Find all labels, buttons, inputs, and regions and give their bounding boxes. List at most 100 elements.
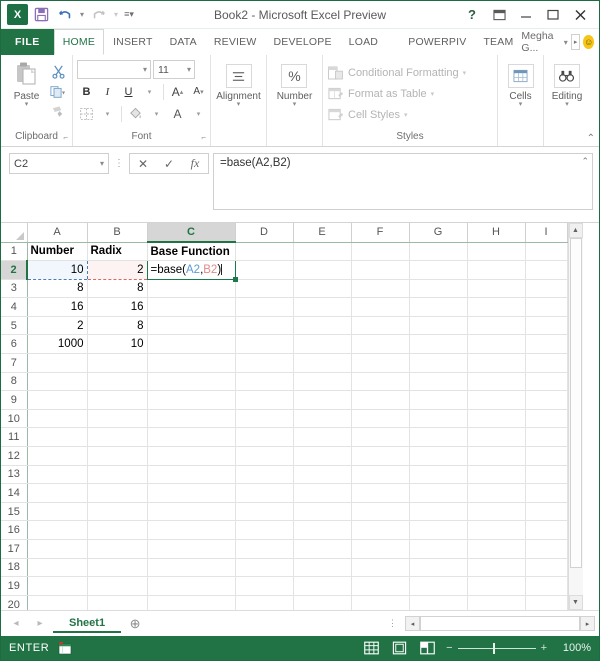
- cell-c19[interactable]: [147, 576, 236, 596]
- font-color-icon[interactable]: A: [168, 104, 187, 123]
- cell-g19[interactable]: [409, 576, 468, 596]
- cell-i15[interactable]: [525, 502, 568, 522]
- tab-team[interactable]: TEAM: [474, 30, 521, 55]
- cell-b3[interactable]: 8: [87, 279, 148, 299]
- cell-c3[interactable]: [147, 279, 236, 299]
- cell-e2[interactable]: [293, 260, 352, 280]
- cell-i9[interactable]: [525, 390, 568, 410]
- chevron-down-icon[interactable]: ▾: [564, 38, 568, 47]
- conditional-formatting-button[interactable]: Conditional Formatting ▾: [327, 62, 466, 83]
- add-sheet-icon[interactable]: ⊕: [123, 614, 147, 634]
- cell-h3[interactable]: [467, 279, 526, 299]
- cell-i18[interactable]: [525, 558, 568, 578]
- fill-color-icon[interactable]: [126, 104, 145, 123]
- cell-h19[interactable]: [467, 576, 526, 596]
- paste-dropdown-caret[interactable]: ▾: [25, 101, 29, 108]
- scroll-down-icon[interactable]: ▼: [568, 595, 583, 610]
- cell-c13[interactable]: [147, 465, 236, 485]
- row-header-16[interactable]: 16: [1, 520, 28, 540]
- cell-f11[interactable]: [351, 427, 410, 448]
- undo-dropdown-icon[interactable]: ▾: [78, 4, 86, 26]
- cell-g16[interactable]: [409, 520, 468, 540]
- collapse-ribbon-icon[interactable]: ⌃: [587, 133, 595, 144]
- cell-i4[interactable]: [525, 297, 568, 317]
- cell-b4[interactable]: 16: [87, 297, 148, 317]
- editing-caret-icon[interactable]: ▾: [565, 101, 569, 108]
- hscroll-left-icon[interactable]: ◂: [405, 616, 420, 631]
- customize-qat-icon[interactable]: ≡▾: [122, 4, 136, 26]
- cell-a13[interactable]: [27, 465, 88, 485]
- horizontal-scrollbar[interactable]: ◂ ▸: [405, 616, 595, 631]
- cell-c7[interactable]: [147, 353, 236, 373]
- underline-button[interactable]: U: [119, 82, 138, 101]
- cell-e6[interactable]: [293, 334, 352, 355]
- cell-b11[interactable]: [87, 427, 148, 448]
- cell-h1[interactable]: [467, 242, 526, 262]
- cell-i6[interactable]: [525, 334, 568, 355]
- cell-d20[interactable]: [235, 595, 294, 610]
- cell-c12[interactable]: [147, 446, 236, 466]
- row-header-1[interactable]: 1: [1, 242, 28, 262]
- underline-caret-icon[interactable]: ▾: [140, 82, 159, 101]
- cell-d9[interactable]: [235, 390, 294, 410]
- name-box[interactable]: C2 ▾: [9, 153, 109, 174]
- cell-f6[interactable]: [351, 334, 410, 355]
- zoom-track[interactable]: [457, 642, 536, 654]
- cell-g6[interactable]: [409, 334, 468, 355]
- cell-d15[interactable]: [235, 502, 294, 522]
- page-break-view-icon[interactable]: [418, 640, 436, 656]
- decrease-font-size-button[interactable]: A ▾: [189, 82, 208, 101]
- cell-b1[interactable]: Radix: [87, 242, 148, 262]
- tab-insert[interactable]: INSERT: [104, 30, 161, 55]
- cell-d6[interactable]: [235, 334, 294, 355]
- cell-e8[interactable]: [293, 372, 352, 392]
- column-header-f[interactable]: F: [351, 223, 410, 243]
- cell-e20[interactable]: [293, 595, 352, 610]
- cell-g11[interactable]: [409, 427, 468, 448]
- cell-f2[interactable]: [351, 260, 410, 280]
- feedback-smiley-icon[interactable]: ☺: [583, 35, 594, 49]
- cell-g13[interactable]: [409, 465, 468, 485]
- column-header-a[interactable]: A: [27, 223, 88, 243]
- cell-a6[interactable]: 1000: [27, 334, 88, 355]
- copy-icon[interactable]: ▾: [48, 83, 68, 100]
- cell-e19[interactable]: [293, 576, 352, 596]
- format-painter-icon[interactable]: [48, 103, 68, 120]
- cell-c10[interactable]: [147, 409, 236, 429]
- tab-developer[interactable]: DEVELOPE: [264, 30, 339, 55]
- cell-c6[interactable]: [147, 334, 236, 355]
- cell-i11[interactable]: [525, 427, 568, 448]
- cell-f4[interactable]: [351, 297, 410, 317]
- row-header-13[interactable]: 13: [1, 465, 28, 485]
- cell-a12[interactable]: [27, 446, 88, 466]
- tab-powerpivot[interactable]: POWERPIV: [399, 30, 474, 55]
- cell-f10[interactable]: [351, 409, 410, 429]
- tab-review[interactable]: REVIEW: [205, 30, 265, 55]
- cell-h4[interactable]: [467, 297, 526, 317]
- scroll-up-icon[interactable]: ▲: [568, 223, 583, 238]
- undo-icon[interactable]: [54, 4, 76, 26]
- enter-formula-icon[interactable]: ✓: [156, 154, 182, 173]
- cell-h9[interactable]: [467, 390, 526, 410]
- cell-d2[interactable]: [235, 260, 294, 280]
- cell-f18[interactable]: [351, 558, 410, 578]
- cell-d17[interactable]: [235, 539, 294, 559]
- cell-a16[interactable]: [27, 520, 88, 540]
- row-header-11[interactable]: 11: [1, 427, 28, 448]
- cell-h18[interactable]: [467, 558, 526, 578]
- cell-h2[interactable]: [467, 260, 526, 280]
- row-header-8[interactable]: 8: [1, 372, 28, 392]
- cell-c20[interactable]: [147, 595, 236, 610]
- cell-g10[interactable]: [409, 409, 468, 429]
- ribbon-display-options-icon[interactable]: [486, 3, 512, 27]
- cell-c17[interactable]: [147, 539, 236, 559]
- cell-e9[interactable]: [293, 390, 352, 410]
- cell-i17[interactable]: [525, 539, 568, 559]
- zoom-slider[interactable]: − +: [446, 642, 547, 654]
- cell-c14[interactable]: [147, 483, 236, 503]
- cell-g5[interactable]: [409, 316, 468, 336]
- cell-f1[interactable]: [351, 242, 410, 262]
- cell-f16[interactable]: [351, 520, 410, 540]
- zoom-out-icon[interactable]: −: [446, 642, 452, 654]
- cell-b5[interactable]: 8: [87, 316, 148, 336]
